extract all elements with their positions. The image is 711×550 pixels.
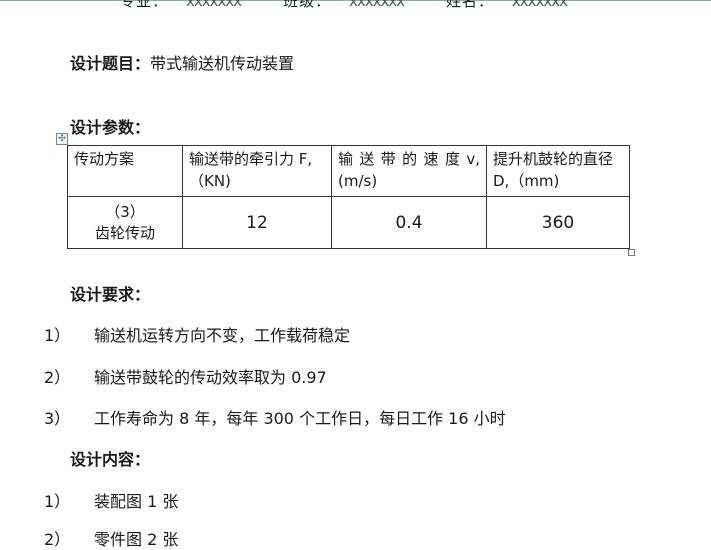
class-value: xxxxxxx [348,0,405,10]
table-cell-speed: 0.4 [331,196,487,249]
table-header-cell: 输送带的牵引力 F,（KN) [182,145,332,197]
table-header-cell: 传动方案 [67,145,183,197]
design-topic-value: 带式输送机传动装置 [150,54,295,73]
design-requirements-label: 设计要求： [70,285,151,304]
list-item-number: 1） [44,492,71,511]
name-field: 姓名： xxxxxxx [446,0,585,10]
table-resize-handle[interactable] [628,249,635,256]
list-item-text: 工作寿命为 8 年，每年 300 个工作日，每日工作 16 小时 [94,409,506,428]
list-item-text: 输送机运转方向不变，工作载荷稳定 [94,326,351,345]
table-header-cell: 输 送 带 的 速 度 v,(m/s) [331,145,487,197]
list-item-number: 3） [44,409,71,428]
design-content-heading: 设计内容： [70,446,150,470]
list-item: 1） 输送机运转方向不变，工作载荷稳定 [44,322,350,346]
list-item-number: 2） [44,530,71,549]
name-label: 姓名： [445,0,494,10]
design-topic: 设计题目：带式输送机传动装置 [70,50,294,74]
class-label: 班级： [282,0,331,10]
table-header-cell: 提升机鼓轮的直径 D,（mm) [486,145,630,197]
list-item-number: 2） [44,368,71,387]
list-item: 2） 输送带鼓轮的传动效率取为 0.97 [44,364,327,388]
design-content-label: 设计内容： [70,450,151,469]
scheme-name: 齿轮传动 [94,223,155,242]
design-topic-label: 设计题目： [70,54,151,73]
class-field: 班级： xxxxxxx [283,0,422,10]
list-item: 2） 零件图 2 张 [44,526,178,550]
list-item: 1） 装配图 1 张 [44,488,178,512]
design-params-label: 设计参数： [70,118,151,137]
list-item: 3） 工作寿命为 8 年，每年 300 个工作日，每日工作 16 小时 [44,405,506,429]
table-cell-force: 12 [182,196,332,249]
design-requirements-heading: 设计要求： [70,281,150,305]
table-header-row: 传动方案 输送带的牵引力 F,（KN) 输 送 带 的 速 度 v,(m/s) … [67,145,630,197]
table-row: （3） 齿轮传动 12 0.4 360 [67,196,630,249]
list-item-text: 输送带鼓轮的传动效率取为 0.97 [94,368,327,387]
list-item-text: 零件图 2 张 [94,530,179,549]
name-value: xxxxxxx [511,0,568,10]
list-item-number: 1） [44,326,71,345]
major-label: 专业： [120,0,169,10]
table-cell-scheme: （3） 齿轮传动 [67,196,183,249]
scheme-number: （3） [105,202,145,221]
major-field: 专业： xxxxxxx [120,0,259,10]
list-item-text: 装配图 1 张 [94,492,179,511]
design-params-table: 传动方案 输送带的牵引力 F,（KN) 输 送 带 的 速 度 v,(m/s) … [67,145,630,249]
table-cell-diameter: 360 [486,196,630,249]
design-params-heading: 设计参数： [70,114,150,138]
major-value: xxxxxxx [186,0,242,10]
student-info-line: 专业： xxxxxxx 班级： xxxxxxx 姓名： xxxxxxx [120,0,680,10]
move-table-icon[interactable]: ✣ [56,133,68,145]
